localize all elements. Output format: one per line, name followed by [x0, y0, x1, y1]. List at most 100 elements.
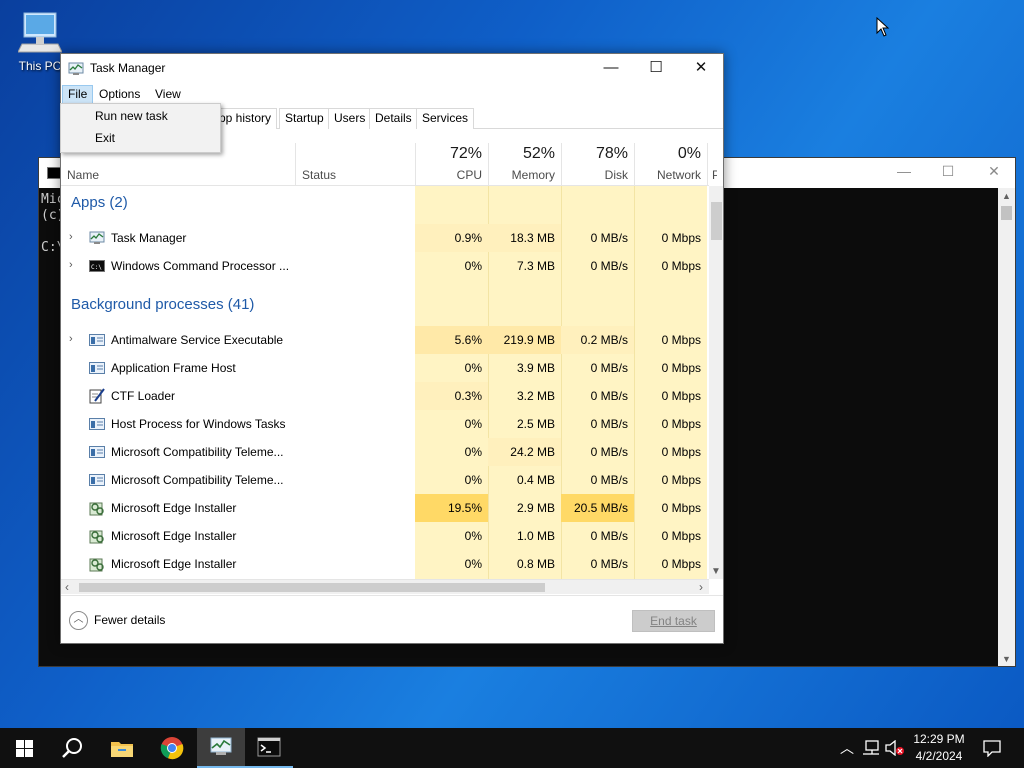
network-value: 0 Mbps: [661, 417, 701, 431]
process-row[interactable]: Microsoft Edge Installer 19.5% 2.9 MB 20.5 …: [61, 494, 709, 522]
column-network[interactable]: 0% Network: [634, 143, 707, 186]
vertical-scroll-thumb[interactable]: [711, 202, 722, 240]
process-row[interactable]: Microsoft Edge Installer 0% 0.8 MB 0 MB/s 0 …: [61, 550, 709, 578]
service-icon: [89, 360, 105, 376]
memory-value: 2.5 MB: [516, 417, 555, 431]
volume-muted-icon[interactable]: [884, 728, 906, 768]
end-task-button[interactable]: End task: [632, 610, 715, 632]
memory-value: 24.2 MB: [488, 438, 561, 466]
notepad-pen-icon: [89, 388, 105, 404]
footer-bar: ︿ Fewer details End task: [61, 595, 723, 643]
memory-value: 18.3 MB: [488, 224, 561, 252]
cmd-scroll-thumb[interactable]: [1001, 206, 1012, 220]
column-network-label: Network: [656, 168, 701, 182]
installer-icon: [89, 500, 105, 516]
process-row[interactable]: CTF Loader 0.3% 3.2 MB 0 MB/s 0 Mbps: [61, 382, 709, 410]
cmd-close-button[interactable]: ✕: [971, 163, 1017, 180]
tab-services[interactable]: Services: [416, 108, 475, 129]
menu-file[interactable]: File: [62, 85, 94, 104]
cmd-scrollbar[interactable]: ▲ ▼: [998, 188, 1015, 666]
clock-time: 12:29 PM: [913, 732, 965, 746]
maximize-button[interactable]: ☐: [633, 54, 679, 84]
notification-icon[interactable]: [978, 728, 1006, 768]
fewer-details-link[interactable]: Fewer details: [94, 613, 165, 627]
tab-details[interactable]: Details: [369, 108, 418, 129]
task-manager-titlebar[interactable]: Task Manager — ☐ ✕: [61, 54, 723, 84]
close-button[interactable]: ✕: [678, 54, 723, 84]
cmd-minimize-button[interactable]: —: [881, 163, 927, 179]
scroll-left-arrow-icon[interactable]: ‹: [65, 580, 69, 594]
scroll-down-arrow-icon[interactable]: ▼: [998, 654, 1015, 664]
process-name: Windows Command Processor ...: [111, 259, 290, 273]
chevron-up-icon[interactable]: ︿: [838, 728, 856, 768]
menu-options[interactable]: Options: [94, 85, 145, 104]
column-status[interactable]: Status: [295, 143, 415, 186]
network-value: 0 Mbps: [661, 259, 701, 273]
minimize-button[interactable]: —: [588, 54, 634, 84]
expand-chevron-icon[interactable]: ›: [69, 259, 73, 271]
scroll-down-arrow-icon[interactable]: ▼: [711, 566, 721, 577]
process-row[interactable]: › Antimalware Service Executable 5.6% 219.9…: [61, 326, 709, 354]
network-value: 0 Mbps: [661, 231, 701, 245]
network-icon[interactable]: [860, 728, 882, 768]
process-name: Microsoft Edge Installer: [111, 529, 237, 543]
horizontal-scrollbar[interactable]: ‹ ›: [61, 579, 709, 594]
process-name: Microsoft Edge Installer: [111, 501, 237, 515]
tab-startup[interactable]: Startup: [279, 108, 330, 129]
network-value: 0 Mbps: [661, 389, 701, 403]
clock[interactable]: 12:29 PM 4/2/2024: [905, 731, 973, 765]
process-name: CTF Loader: [111, 389, 176, 403]
taskbar-cmd-button[interactable]: [245, 728, 293, 768]
column-disk-label: Disk: [604, 168, 628, 182]
desktop-icon-this-pc[interactable]: This PC: [14, 10, 66, 73]
taskbar-task-manager-button[interactable]: [197, 728, 245, 768]
column-power[interactable]: P: [707, 143, 717, 186]
chrome-button[interactable]: [148, 728, 196, 768]
file-explorer-icon: [111, 742, 133, 757]
installer-icon: [89, 528, 105, 544]
menu-view[interactable]: View: [150, 85, 186, 104]
column-name-label: Name: [67, 168, 100, 182]
file-explorer-button[interactable]: [98, 728, 146, 768]
scroll-right-arrow-icon[interactable]: ›: [699, 580, 703, 594]
scroll-up-arrow-icon[interactable]: ▲: [998, 191, 1015, 201]
column-disk[interactable]: 78% Disk: [561, 143, 634, 186]
tab-users[interactable]: Users: [328, 108, 372, 129]
notification-glyph: [983, 739, 1001, 757]
cmd-icon: [257, 737, 281, 757]
start-button[interactable]: [0, 728, 48, 768]
column-memory[interactable]: 52% Memory: [488, 143, 561, 186]
process-row[interactable]: Application Frame Host 0% 3.9 MB 0 MB/s 0 Mb…: [61, 354, 709, 382]
memory-value: 7.3 MB: [516, 259, 555, 273]
disk-total-percent: 78%: [595, 145, 628, 162]
menu-item-exit[interactable]: Exit: [95, 131, 115, 145]
process-row[interactable]: Host Process for Windows Tasks 0% 2.5 MB 0 …: [61, 410, 709, 438]
vertical-scrollbar[interactable]: ▼: [709, 186, 723, 579]
memory-value: 2.9 MB: [516, 501, 555, 515]
cpu-value: 0%: [464, 473, 482, 487]
horizontal-scroll-thumb[interactable]: [79, 583, 545, 592]
process-name: Application Frame Host: [111, 361, 236, 375]
cpu-value: 0%: [464, 417, 482, 431]
cpu-value: 0.3%: [415, 382, 488, 410]
group-header-apps: Apps (2): [61, 188, 709, 216]
process-name: Microsoft Compatibility Teleme...: [111, 473, 284, 487]
column-cpu[interactable]: 72% CPU: [415, 143, 488, 186]
process-row[interactable]: Microsoft Compatibility Teleme... 0% 24.2 …: [61, 438, 709, 466]
search-button[interactable]: [48, 728, 96, 768]
cmd-maximize-button[interactable]: ☐: [925, 163, 971, 180]
expand-chevron-icon[interactable]: ›: [69, 231, 73, 243]
chrome-icon: [160, 737, 184, 760]
process-row[interactable]: › Task Manager 0.9% 18.3 MB 0 MB/s 0 Mbps: [61, 224, 709, 252]
tab-app-history[interactable]: pp history: [213, 108, 278, 129]
process-row[interactable]: › C:\ Windows Command Processor ... 0% 7.3 M…: [61, 252, 709, 280]
service-icon: [89, 332, 105, 348]
process-row[interactable]: Microsoft Compatibility Teleme... 0% 0.4 M…: [61, 466, 709, 494]
menu-item-run-new-task[interactable]: Run new task: [95, 109, 168, 123]
network-value: 0 Mbps: [661, 333, 701, 347]
process-row[interactable]: Microsoft Edge Installer 0% 1.0 MB 0 MB/s 0 …: [61, 522, 709, 550]
expand-chevron-icon[interactable]: ›: [69, 333, 73, 345]
column-status-label: Status: [302, 168, 337, 182]
task-manager-icon: [68, 62, 84, 75]
chevron-up-circle-icon[interactable]: ︿: [69, 611, 88, 630]
